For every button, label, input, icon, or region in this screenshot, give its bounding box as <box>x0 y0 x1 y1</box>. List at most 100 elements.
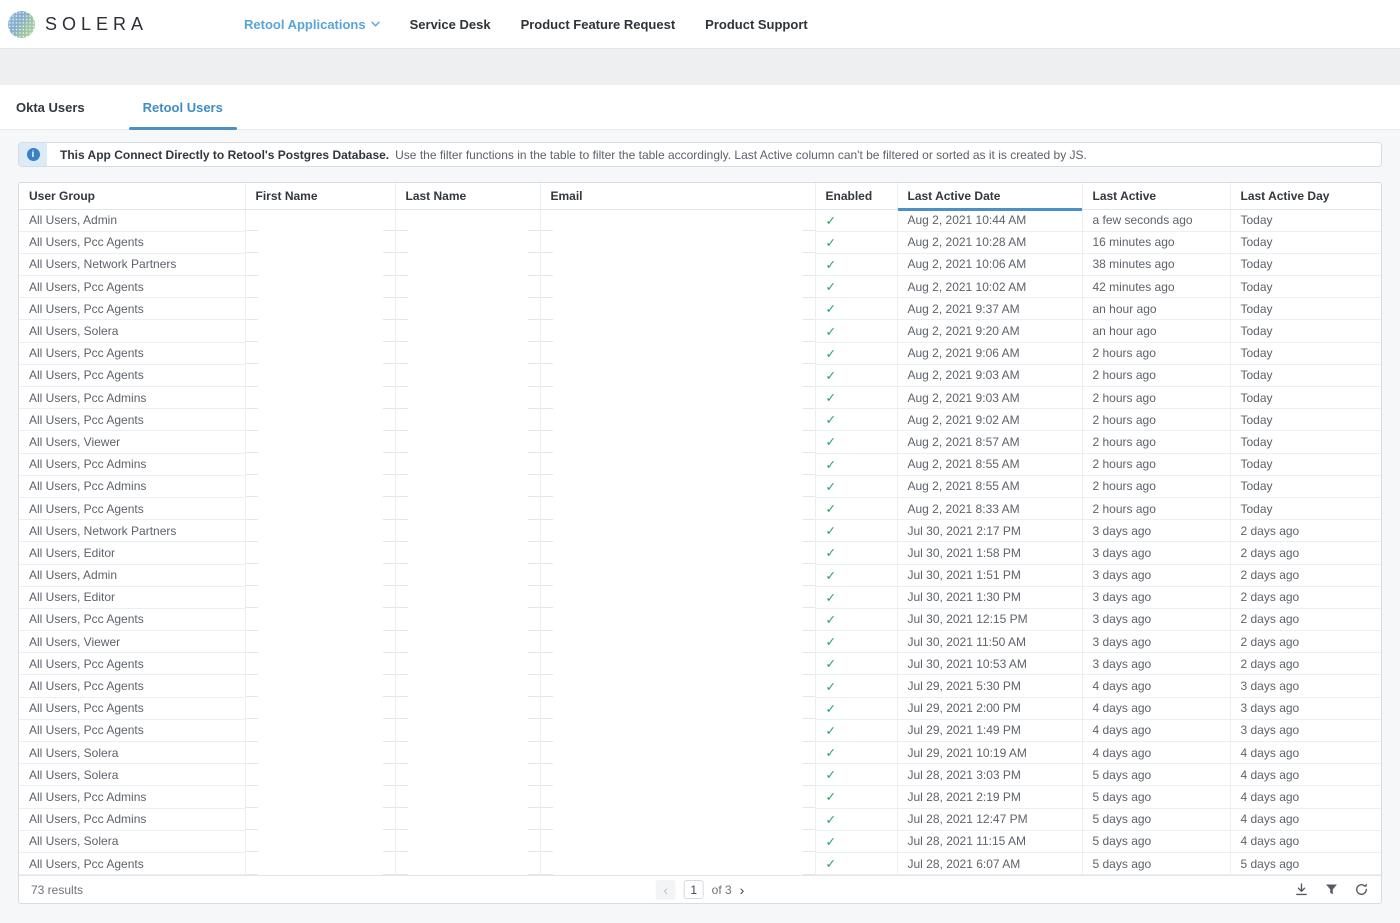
nav-item-product-feature-request[interactable]: Product Feature Request <box>521 17 676 32</box>
table-row[interactable]: All Users, Pcc Agents ✓ Jul 28, 2021 6:0… <box>19 852 1381 874</box>
nav-item-product-support[interactable]: Product Support <box>705 17 808 32</box>
column-header-last-active-day[interactable]: Last Active Day <box>1230 183 1381 209</box>
table-row[interactable]: All Users, Pcc Admins ✓ Aug 2, 2021 9:03… <box>19 387 1381 409</box>
table-row[interactable]: All Users, Admin ✓ Aug 2, 2021 10:44 AM … <box>19 209 1381 231</box>
table-row[interactable]: All Users, Pcc Agents ✓ Jul 29, 2021 2:0… <box>19 697 1381 719</box>
check-icon: ✓ <box>826 790 836 804</box>
table-row[interactable]: All Users, Pcc Agents ✓ Aug 2, 2021 9:37… <box>19 298 1381 320</box>
cell-email <box>540 409 815 431</box>
cell-last-active-day: Today <box>1230 209 1381 231</box>
tab-retool-users[interactable]: Retool Users <box>129 85 237 129</box>
cell-last-active-date: Aug 2, 2021 9:02 AM <box>897 409 1082 431</box>
cell-enabled: ✓ <box>815 475 897 497</box>
table-row[interactable]: All Users, Pcc Agents ✓ Jul 30, 2021 10:… <box>19 653 1381 675</box>
cell-last-name <box>395 675 540 697</box>
cell-last-active-date: Aug 2, 2021 8:55 AM <box>897 475 1082 497</box>
cell-user-group: All Users, Pcc Admins <box>19 786 245 808</box>
page-number-input[interactable]: 1 <box>684 880 704 899</box>
table-row[interactable]: All Users, Pcc Agents ✓ Aug 2, 2021 9:02… <box>19 409 1381 431</box>
cell-last-active-day: Today <box>1230 320 1381 342</box>
next-page-button[interactable]: › <box>740 882 745 898</box>
previous-page-button[interactable]: ‹ <box>656 880 676 900</box>
nav-item-service-desk[interactable]: Service Desk <box>410 17 491 32</box>
column-header-enabled[interactable]: Enabled <box>815 183 897 209</box>
cell-user-group: All Users, Solera <box>19 764 245 786</box>
table-row[interactable]: All Users, Pcc Agents ✓ Jul 29, 2021 5:3… <box>19 675 1381 697</box>
cell-email <box>540 830 815 852</box>
table-row[interactable]: All Users, Pcc Agents ✓ Aug 2, 2021 8:33… <box>19 497 1381 519</box>
check-icon: ✓ <box>826 657 836 671</box>
table-row[interactable]: All Users, Pcc Admins ✓ Jul 28, 2021 12:… <box>19 808 1381 830</box>
cell-user-group: All Users, Solera <box>19 320 245 342</box>
column-header-email[interactable]: Email <box>540 183 815 209</box>
cell-last-name <box>395 497 540 519</box>
table-row[interactable]: All Users, Network Partners ✓ Jul 30, 20… <box>19 520 1381 542</box>
table-row[interactable]: All Users, Editor ✓ Jul 30, 2021 1:58 PM… <box>19 542 1381 564</box>
table-row[interactable]: All Users, Pcc Agents ✓ Jul 29, 2021 1:4… <box>19 719 1381 741</box>
column-header-first-name[interactable]: First Name <box>245 183 395 209</box>
table-row[interactable]: All Users, Viewer ✓ Aug 2, 2021 8:57 AM … <box>19 431 1381 453</box>
cell-user-group: All Users, Admin <box>19 564 245 586</box>
check-icon: ✓ <box>826 325 836 339</box>
table-row[interactable]: All Users, Pcc Admins ✓ Jul 28, 2021 2:1… <box>19 786 1381 808</box>
page-count-label: of 3 <box>712 883 732 897</box>
column-header-last-active-date[interactable]: Last Active Date <box>897 183 1082 209</box>
cell-last-active-date: Jul 30, 2021 1:51 PM <box>897 564 1082 586</box>
cell-first-name <box>245 608 395 630</box>
check-icon: ✓ <box>826 857 836 871</box>
tab-okta-users[interactable]: Okta Users <box>2 85 99 129</box>
cell-first-name <box>245 808 395 830</box>
cell-last-name <box>395 231 540 253</box>
cell-last-active: 3 days ago <box>1082 631 1230 653</box>
cell-email <box>540 387 815 409</box>
table-row[interactable]: All Users, Solera ✓ Jul 29, 2021 10:19 A… <box>19 742 1381 764</box>
table-row[interactable]: All Users, Pcc Admins ✓ Aug 2, 2021 8:55… <box>19 475 1381 497</box>
table-row[interactable]: All Users, Network Partners ✓ Aug 2, 202… <box>19 253 1381 275</box>
column-header-last-active[interactable]: Last Active <box>1082 183 1230 209</box>
cell-first-name <box>245 276 395 298</box>
table-row[interactable]: All Users, Pcc Agents ✓ Aug 2, 2021 10:2… <box>19 231 1381 253</box>
header-spacer-band <box>0 48 1400 85</box>
table-row[interactable]: All Users, Admin ✓ Jul 30, 2021 1:51 PM … <box>19 564 1381 586</box>
table-row[interactable]: All Users, Solera ✓ Jul 28, 2021 11:15 A… <box>19 830 1381 852</box>
table-row[interactable]: All Users, Pcc Agents ✓ Aug 2, 2021 9:03… <box>19 364 1381 386</box>
cell-enabled: ✓ <box>815 342 897 364</box>
check-icon: ✓ <box>826 591 836 605</box>
cell-email <box>540 697 815 719</box>
table-row[interactable]: All Users, Viewer ✓ Jul 30, 2021 11:50 A… <box>19 631 1381 653</box>
refresh-icon[interactable] <box>1354 882 1369 897</box>
cell-last-active-day: Today <box>1230 431 1381 453</box>
info-banner-rest-text: Use the filter functions in the table to… <box>395 148 1087 162</box>
check-icon: ✓ <box>826 435 836 449</box>
table-row[interactable]: All Users, Pcc Agents ✓ Aug 2, 2021 9:06… <box>19 342 1381 364</box>
cell-first-name <box>245 542 395 564</box>
column-header-user-group[interactable]: User Group <box>19 183 245 209</box>
column-header-last-name[interactable]: Last Name <box>395 183 540 209</box>
info-banner-icon-wrap <box>19 143 47 166</box>
cell-user-group: All Users, Pcc Agents <box>19 719 245 741</box>
table-row[interactable]: All Users, Pcc Agents ✓ Jul 30, 2021 12:… <box>19 608 1381 630</box>
chevron-down-icon <box>371 21 380 27</box>
cell-email <box>540 742 815 764</box>
cell-last-active-day: Today <box>1230 342 1381 364</box>
cell-last-active-day: Today <box>1230 453 1381 475</box>
cell-last-active-day: 4 days ago <box>1230 786 1381 808</box>
cell-user-group: All Users, Pcc Agents <box>19 298 245 320</box>
table-row[interactable]: All Users, Solera ✓ Aug 2, 2021 9:20 AM … <box>19 320 1381 342</box>
cell-last-active: 5 days ago <box>1082 764 1230 786</box>
filter-icon[interactable] <box>1324 882 1339 897</box>
cell-first-name <box>245 764 395 786</box>
cell-last-active: 16 minutes ago <box>1082 231 1230 253</box>
download-icon[interactable] <box>1294 882 1309 897</box>
cell-last-name <box>395 431 540 453</box>
top-nav: SOLERA Retool Applications Service Desk … <box>0 0 1400 48</box>
cell-last-active-date: Jul 28, 2021 2:19 PM <box>897 786 1082 808</box>
table-row[interactable]: All Users, Pcc Agents ✓ Aug 2, 2021 10:0… <box>19 276 1381 298</box>
cell-first-name <box>245 497 395 519</box>
table-row[interactable]: All Users, Solera ✓ Jul 28, 2021 3:03 PM… <box>19 764 1381 786</box>
table-row[interactable]: All Users, Editor ✓ Jul 30, 2021 1:30 PM… <box>19 586 1381 608</box>
check-icon: ✓ <box>826 214 836 228</box>
cell-last-active-day: 2 days ago <box>1230 564 1381 586</box>
nav-item-retool-applications[interactable]: Retool Applications <box>244 17 380 32</box>
table-row[interactable]: All Users, Pcc Admins ✓ Aug 2, 2021 8:55… <box>19 453 1381 475</box>
